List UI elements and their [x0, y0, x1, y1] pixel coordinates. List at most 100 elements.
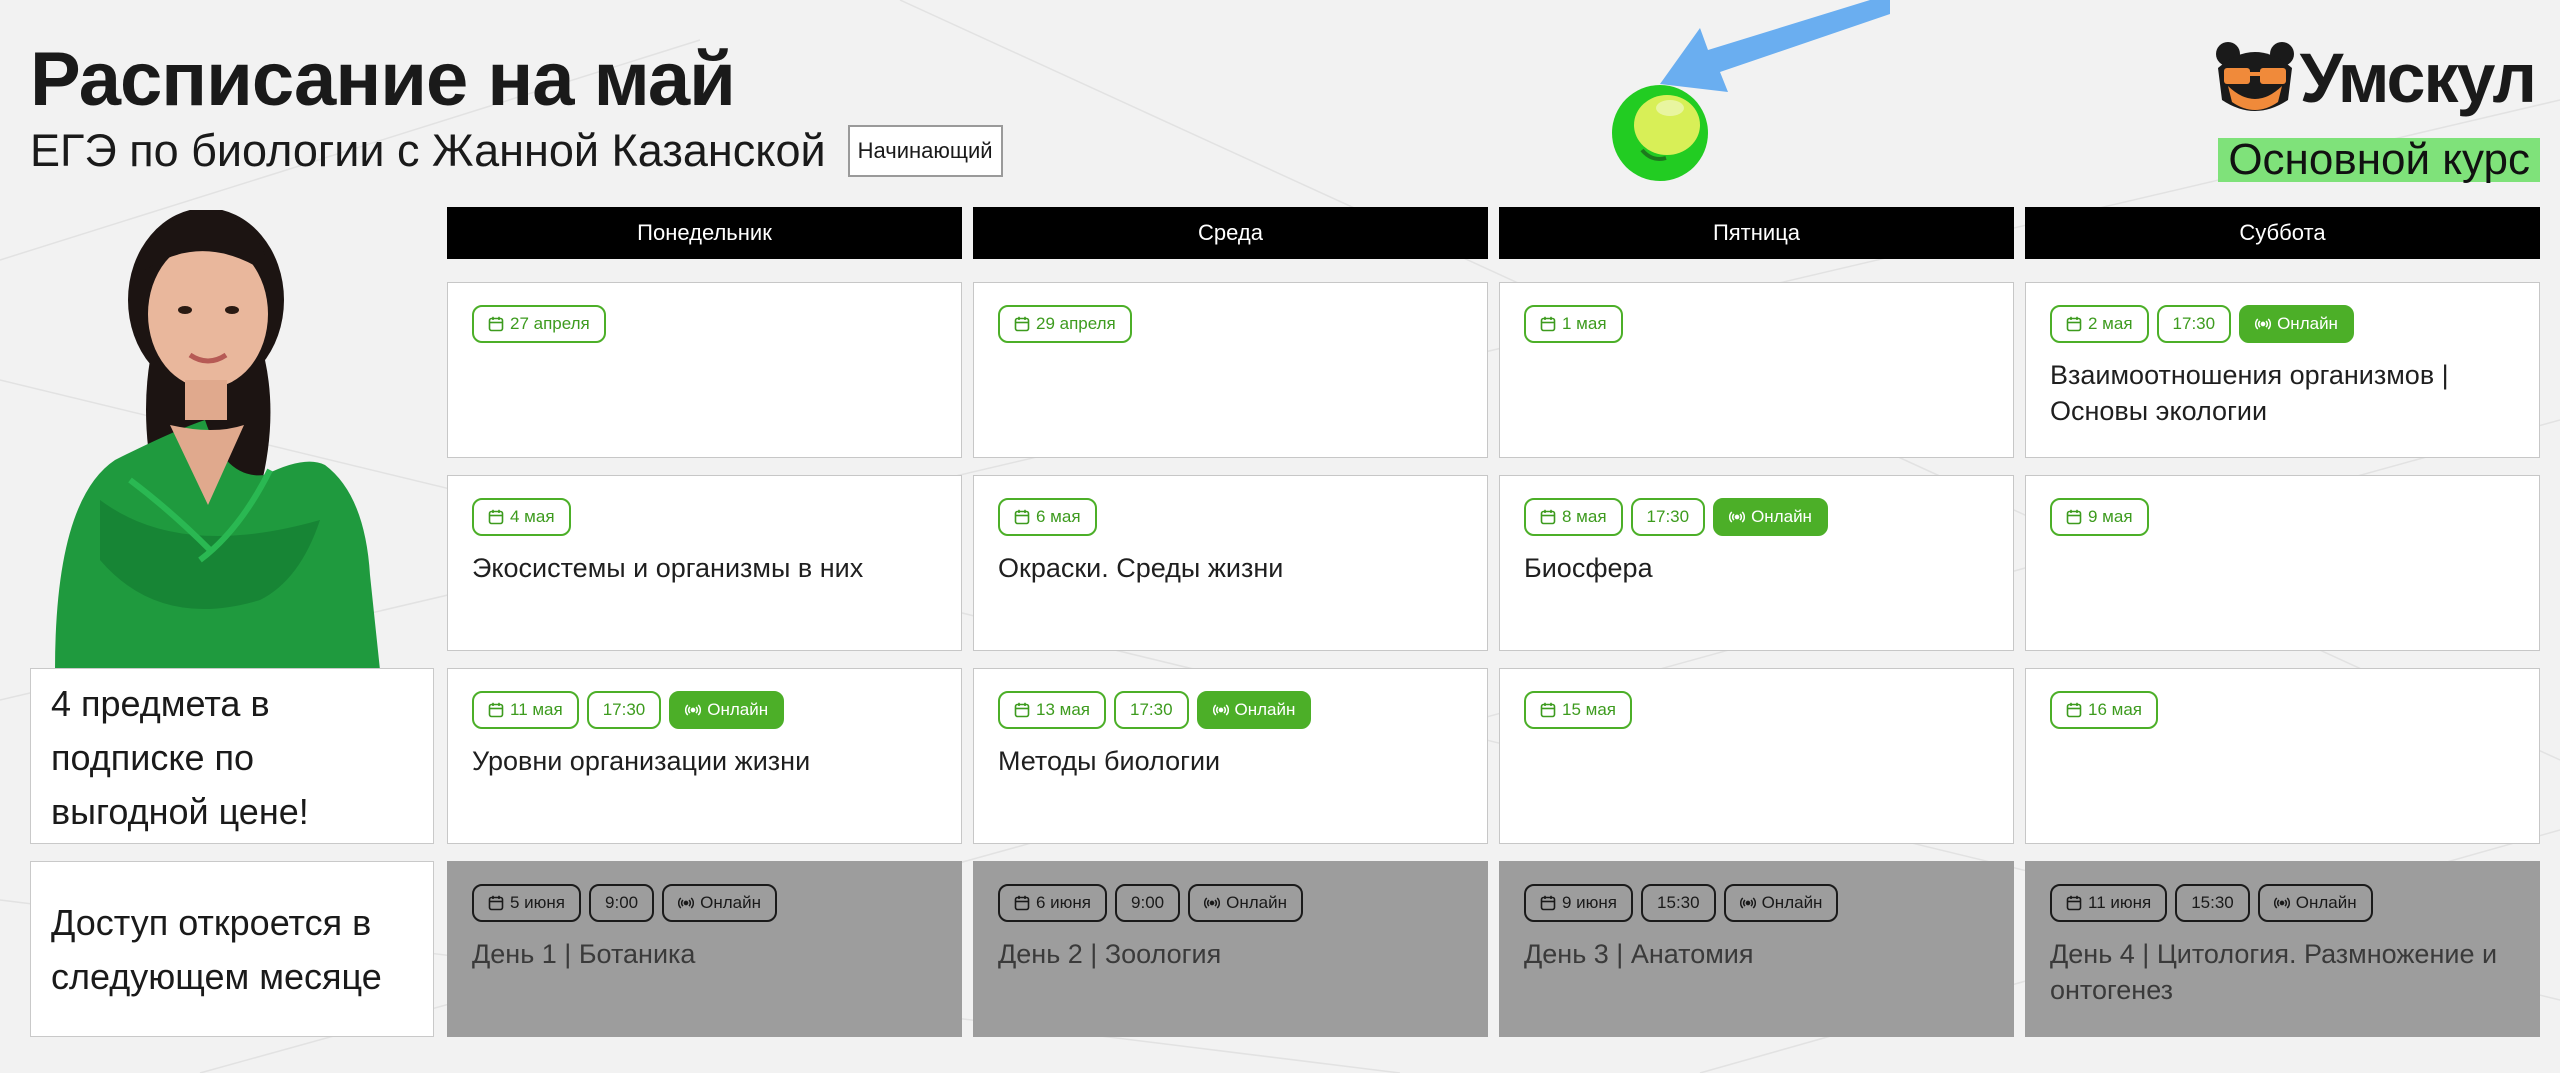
calendar-icon: [1014, 316, 1030, 332]
date-label: 27 апреля: [510, 314, 590, 333]
lesson-chips: 15 мая: [1524, 691, 1989, 731]
date-label: 11 мая: [510, 700, 563, 719]
date-label: 5 июня: [510, 893, 566, 912]
day-header: Среда: [973, 207, 1488, 259]
lesson-chips: 2 мая 17:30 Онлайн: [2050, 305, 2515, 345]
time-chip: 15:30: [1641, 884, 1716, 922]
lesson-card-locked[interactable]: 11 июня 15:30 Онлайн День 4 | Цитология. Ра…: [2025, 861, 2540, 1037]
lesson-card-locked[interactable]: 6 июня 9:00 Онлайн День 2 | Зоология: [973, 861, 1488, 1037]
online-chip: Онлайн: [1713, 498, 1828, 536]
lesson-chips: 8 мая 17:30 Онлайн: [1524, 498, 1989, 538]
broadcast-icon: [1729, 509, 1746, 525]
lesson-card[interactable]: 4 мая Экосистемы и организмы в них: [447, 475, 962, 651]
date-chip: 4 мая: [472, 498, 571, 536]
lesson-card[interactable]: 15 мая: [1499, 668, 2014, 844]
lesson-card[interactable]: 2 мая 17:30 Онлайн Взаимоотношения организм…: [2025, 282, 2540, 458]
broadcast-icon: [1204, 895, 1221, 911]
date-chip: 27 апреля: [472, 305, 606, 343]
date-label: 15 мая: [1562, 700, 1616, 719]
calendar-icon: [1014, 895, 1030, 911]
broadcast-icon: [2273, 895, 2290, 911]
online-label: Онлайн: [2277, 314, 2338, 333]
date-chip: 9 июня: [1524, 884, 1634, 922]
level-badge: Начинающий: [847, 125, 1003, 177]
lesson-card[interactable]: 29 апреля: [973, 282, 1488, 458]
time-chip: 17:30: [586, 691, 662, 729]
online-chip: Онлайн: [2257, 884, 2373, 922]
broadcast-icon: [1739, 895, 1756, 911]
page-title: Расписание на май: [30, 37, 736, 122]
calendar-icon: [2066, 702, 2082, 718]
lesson-chips: 29 апреля: [998, 305, 1463, 345]
calendar-icon: [488, 509, 504, 525]
lesson-title: Окраски. Среды жизни: [998, 553, 1284, 583]
date-chip: 16 мая: [2050, 691, 2158, 729]
lesson-chips: 9 мая: [2050, 498, 2515, 538]
date-label: 6 мая: [1036, 507, 1081, 526]
lesson-title: День 3 | Анатомия: [1524, 939, 1754, 969]
lesson-card[interactable]: 27 апреля: [447, 282, 962, 458]
lesson-chips: 27 апреля: [472, 305, 937, 345]
date-label: 2 мая: [2088, 314, 2133, 333]
arrow-pointer-icon: [1612, 0, 1890, 181]
lesson-title: Экосистемы и организмы в них: [472, 553, 864, 583]
day-header: Суббота: [2025, 207, 2540, 259]
date-label: 13 мая: [1036, 700, 1090, 719]
lesson-card[interactable]: 9 мая: [2025, 475, 2540, 651]
time-chip: 15:30: [2175, 884, 2250, 922]
time-chip: 9:00: [1115, 884, 1181, 922]
teacher-photo: [40, 210, 380, 670]
lesson-chips: 5 июня 9:00 Онлайн: [472, 884, 937, 924]
lesson-card-locked[interactable]: 5 июня 9:00 Онлайн День 1 | Ботаника: [447, 861, 962, 1037]
lesson-chips: 11 июня 15:30 Онлайн: [2050, 884, 2515, 924]
header: Расписание на май ЕГЭ по биологии с Жанн…: [30, 38, 1003, 180]
date-label: 29 апреля: [1036, 314, 1116, 333]
lesson-card[interactable]: 6 мая Окраски. Среды жизни: [973, 475, 1488, 651]
subscription-promo: 4 предмета в подписке по выгодной цене!: [30, 668, 434, 844]
date-label: 6 июня: [1036, 893, 1092, 912]
calendar-icon: [488, 316, 504, 332]
subtitle-row: ЕГЭ по биологии с Жанной Казанской Начин…: [30, 122, 1003, 180]
time-chip: 17:30: [2156, 305, 2232, 343]
lesson-title: День 2 | Зоология: [998, 939, 1222, 969]
date-chip: 9 мая: [2050, 498, 2149, 536]
date-label: 8 мая: [1562, 507, 1607, 526]
broadcast-icon: [2255, 316, 2272, 332]
day-headers: Понедельник Среда Пятница Суббота: [447, 207, 2541, 259]
brand-name: Умскул: [2299, 39, 2537, 117]
lesson-title: Биосфера: [1524, 553, 1653, 583]
lesson-chips: 13 мая 17:30 Онлайн: [998, 691, 1463, 731]
lesson-title: Взаимоотношения организмов | Основы экол…: [2050, 360, 2449, 426]
online-label: Онлайн: [1761, 893, 1823, 912]
online-chip: Онлайн: [2239, 305, 2354, 343]
lesson-card[interactable]: 13 мая 17:30 Онлайн Методы биологии: [973, 668, 1488, 844]
calendar-icon: [1540, 509, 1556, 525]
lesson-card[interactable]: 8 мая 17:30 Онлайн Биосфера: [1499, 475, 2014, 651]
calendar-icon: [1014, 702, 1030, 718]
time-chip: 17:30: [1630, 498, 1706, 536]
page-subtitle: ЕГЭ по биологии с Жанной Казанской: [30, 125, 826, 176]
broadcast-icon: [685, 702, 702, 718]
calendar-icon: [2066, 895, 2082, 911]
day-header: Пятница: [1499, 207, 2014, 259]
date-chip: 13 мая: [998, 691, 1106, 729]
date-chip: 5 июня: [472, 884, 582, 922]
lesson-card[interactable]: 11 мая 17:30 Онлайн Уровни организации жизн…: [447, 668, 962, 844]
brand: Умскул Основной курс: [2200, 38, 2540, 188]
calendar-icon: [488, 895, 504, 911]
date-label: 11 июня: [2088, 893, 2152, 912]
date-chip: 1 мая: [1524, 305, 1623, 343]
lesson-title: День 4 | Цитология. Размножение и онтоге…: [2050, 939, 2498, 1005]
date-chip: 15 мая: [1524, 691, 1632, 729]
lesson-title: День 1 | Ботаника: [472, 939, 696, 969]
date-label: 16 мая: [2088, 700, 2142, 719]
lesson-card[interactable]: 16 мая: [2025, 668, 2540, 844]
lesson-chips: 4 мая: [472, 498, 937, 538]
date-chip: 6 мая: [998, 498, 1097, 536]
calendar-icon: [1540, 316, 1556, 332]
lesson-card-locked[interactable]: 9 июня 15:30 Онлайн День 3 | Анатомия: [1499, 861, 2014, 1037]
date-chip: 11 июня: [2050, 884, 2168, 922]
calendar-icon: [488, 702, 504, 718]
lesson-title: Уровни организации жизни: [472, 746, 811, 776]
lesson-card[interactable]: 1 мая: [1499, 282, 2014, 458]
